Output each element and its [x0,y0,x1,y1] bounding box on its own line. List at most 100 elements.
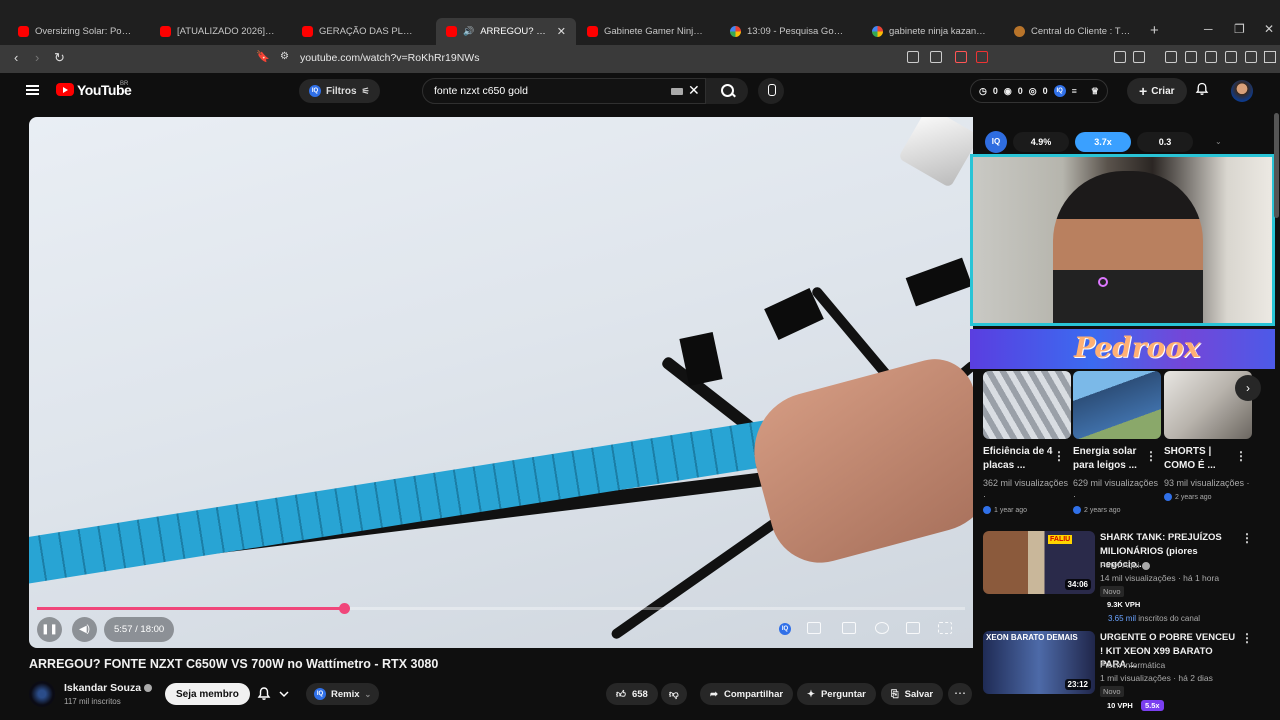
more-options-icon[interactable]: ⋮ [1235,449,1247,463]
settings-icon[interactable] [875,622,889,634]
stat-pill[interactable]: 0.3 [1137,131,1193,152]
restore-icon[interactable]: ❐ [1234,22,1245,36]
close-window-icon[interactable]: ✕ [1264,22,1274,36]
search-input[interactable]: fonte nzxt c650 gold ✕ [422,78,706,104]
browser-tab-8[interactable]: Central do Cliente : TERABYTE [1004,18,1144,45]
browser-tab-3[interactable]: GERAÇÃO DAS PLACAS SOLAR [292,18,428,45]
search-button[interactable] [706,78,748,104]
cast-icon[interactable] [907,51,919,63]
more-options-icon[interactable]: ⋮ [1053,449,1065,463]
leo-icon[interactable] [1225,51,1237,63]
browser-tab-7[interactable]: gabinete ninja kazan x3 - Pesq [862,18,998,45]
channel-name[interactable]: Iskandar Souza [64,682,153,694]
screenshot-icon[interactable] [1133,51,1145,63]
stat-pill-active[interactable]: 3.7x [1075,131,1131,152]
user-avatar[interactable] [1231,80,1253,102]
media-icon[interactable] [1165,51,1177,63]
channel-name-text[interactable]: Peter Aqui [1100,560,1139,570]
site-info-icon[interactable]: ⚙ [280,51,289,62]
clear-search-icon[interactable]: ✕ [688,82,700,99]
sidebar-icon[interactable] [1185,51,1197,63]
filters-button[interactable]: IQ Filtros ⚟ [299,79,380,103]
menu-icon[interactable] [1264,51,1276,63]
extensions-icon[interactable] [1114,51,1126,63]
shorts-next-arrow-icon[interactable]: › [1235,375,1261,401]
recommendation-item[interactable]: FALIU 34:06 SHARK TANK: PREJUÍZOS MILION… [983,531,1253,623]
recommendation-thumbnail[interactable]: XEON BARATO DEMAIS 23:12 [983,631,1095,694]
bookmark-icon[interactable]: 🔖 [256,50,270,63]
more-options-icon[interactable]: ⋮ [1241,631,1253,645]
more-options-icon[interactable]: ⋮ [1145,449,1157,463]
video-player[interactable]: ❚❚ ◀) 5:57 / 18:00 IQ [29,117,973,648]
channel-name[interactable]: Peter Aqui [1100,560,1151,570]
pause-button[interactable]: ❚❚ [37,617,62,642]
bookmark-add-icon: ⎘ [891,688,899,700]
ask-button[interactable]: ✦ Perguntar [797,683,876,705]
browser-tab-6[interactable]: 13:09 - Pesquisa Google [720,18,856,45]
minimize-icon[interactable]: ─ [1204,22,1213,36]
remix-button[interactable]: IQ Remix ⌄ [306,683,380,705]
hamburger-menu-icon[interactable] [26,85,39,95]
stat-pill[interactable]: 4.9% [1013,131,1069,152]
close-tab-icon[interactable]: ✕ [557,25,566,38]
short-item[interactable]: Energia solar para leigos ... 629 mil vi… [1073,371,1161,514]
notifications-bell-icon[interactable] [1195,82,1209,96]
chevron-down-icon[interactable]: ⌄ [1215,137,1222,146]
browser-tab-1[interactable]: Oversizing Solar: Por Que Seu [8,18,144,45]
iq-logo-icon[interactable]: IQ [985,130,1007,153]
new-tab-icon[interactable]: + [1150,22,1159,39]
vpn-icon[interactable] [1245,51,1257,63]
short-thumbnail[interactable] [1073,371,1161,439]
volume-button[interactable]: ◀) [72,617,97,642]
short-views: 362 mil visualizações · [983,478,1069,501]
short-title[interactable]: SHORTS | COMO É ... [1164,445,1244,473]
chevron-down-icon: ⌄ [364,689,372,699]
browser-tab-5[interactable]: Gabinete Gamer Ninja Ryoman [577,18,713,45]
recommendation-item[interactable]: XEON BARATO DEMAIS 23:12 URGENTE O POBRE… [983,631,1253,711]
channel-avatar[interactable] [29,681,55,707]
recommendation-thumbnail[interactable]: FALIU 34:06 [983,531,1095,594]
wallet-icon[interactable] [1205,51,1217,63]
rewards-icon[interactable] [976,51,988,63]
voice-search-icon[interactable] [758,78,784,104]
short-title[interactable]: Eficiência de 4 placas ... [983,445,1063,473]
channel-name-text[interactable]: Iskandar Souza [64,682,141,694]
forward-icon[interactable]: › [35,50,39,65]
keyboard-icon[interactable] [671,88,683,95]
reload-icon[interactable]: ↻ [54,50,65,66]
page-scrollbar[interactable] [1274,113,1279,218]
shorts-shelf: Eficiência de 4 placas ... 362 mil visua… [983,371,1263,521]
short-title[interactable]: Energia solar para leigos ... [1073,445,1153,473]
autoplay-toggle-icon[interactable] [807,622,821,634]
back-icon[interactable]: ‹ [14,50,18,65]
save-button[interactable]: ⎘ Salvar [881,683,944,705]
url-text[interactable]: youtube.com/watch?v=RoKhRr19NWs [300,52,479,64]
subscription-bell-button[interactable] [251,683,299,705]
like-button[interactable]: 👍︎ 658 [606,683,658,705]
brave-shield-icon[interactable] [955,51,967,63]
more-actions-button[interactable]: ⋯ [948,683,972,705]
channel-name[interactable]: Fteck Informática [1100,660,1165,670]
iq-player-icon[interactable]: IQ [779,623,791,635]
short-thumbnail[interactable] [983,371,1071,439]
more-options-icon[interactable]: ⋮ [1241,531,1253,545]
create-button[interactable]: + Criar [1127,78,1187,104]
short-views: 629 mil visualizações · [1073,478,1159,501]
fullscreen-icon[interactable] [938,622,952,634]
short-age: 2 years ago [1073,506,1161,514]
notification-counters[interactable]: ◷ 0 ◉ 0 ◎ 0 IQ ≡ ♕ [970,79,1108,103]
browser-tab-active[interactable]: 🔊 ARREGOU? FONTE NZX ✕ [436,18,576,45]
youtube-logo-icon[interactable] [56,83,74,96]
search-query[interactable]: fonte nzxt c650 gold [434,85,528,97]
remix-label: Remix [331,688,360,700]
subtitles-icon[interactable] [842,622,856,634]
share-button[interactable]: ➦ Compartilhar [700,683,794,705]
share-icon[interactable] [930,51,942,63]
join-button[interactable]: Seja membro [165,683,250,705]
miniplayer-icon[interactable] [906,622,920,634]
browser-tab-2[interactable]: [ATUALIZADO 2026] COMO GA [150,18,286,45]
dislike-button[interactable]: 👎︎ [661,683,687,705]
duration-badge: 34:06 [1064,579,1091,590]
short-item[interactable]: Eficiência de 4 placas ... 362 mil visua… [983,371,1071,514]
progress-scrubber[interactable] [339,603,351,614]
